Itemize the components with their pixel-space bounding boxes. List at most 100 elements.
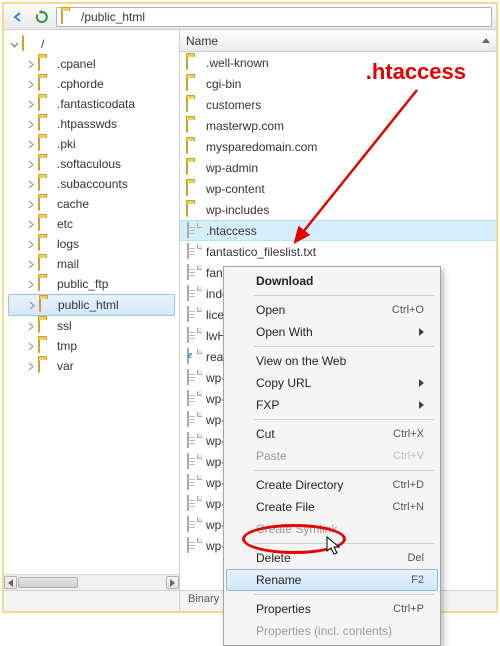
expand-icon[interactable] xyxy=(26,342,35,351)
scroll-thumb[interactable] xyxy=(18,577,78,588)
folder-icon xyxy=(38,76,54,92)
expand-icon[interactable] xyxy=(26,200,35,209)
menu-download[interactable]: Download xyxy=(226,270,438,292)
row-label: .well-known xyxy=(206,56,269,70)
tree-item[interactable]: mail xyxy=(8,254,179,274)
path-text: /public_html xyxy=(81,10,145,24)
file-icon xyxy=(186,433,202,449)
expand-icon[interactable] xyxy=(26,140,35,149)
row-label: masterwp.com xyxy=(206,119,284,133)
menu-open[interactable]: OpenCtrl+O xyxy=(226,299,438,321)
tree-item[interactable]: var xyxy=(8,356,179,376)
tree-item[interactable]: .pki xyxy=(8,134,179,154)
tree-item[interactable]: public_html xyxy=(8,294,175,316)
tree-item[interactable]: tmp xyxy=(8,336,179,356)
folder-icon xyxy=(186,76,202,92)
tree-item[interactable]: logs xyxy=(8,234,179,254)
menu-properties[interactable]: PropertiesCtrl+P xyxy=(226,598,438,620)
folder-icon xyxy=(38,176,54,192)
menu-fxp[interactable]: FXP xyxy=(226,394,438,416)
folder-row[interactable]: customers xyxy=(180,94,496,115)
tree-item-label: tmp xyxy=(57,339,77,353)
tree-item[interactable]: .fantasticodata xyxy=(8,94,179,114)
menu-cut[interactable]: CutCtrl+X xyxy=(226,423,438,445)
back-button[interactable] xyxy=(8,7,28,27)
folder-icon xyxy=(38,196,54,212)
expand-icon[interactable] xyxy=(26,362,35,371)
folder-tree[interactable]: / .cpanel.cphorde .fantasticodata .htpassw… xyxy=(4,30,180,590)
tree-item-label: var xyxy=(57,359,74,373)
folder-icon xyxy=(38,216,54,232)
tree-item[interactable]: cache xyxy=(8,194,179,214)
expand-icon[interactable] xyxy=(26,260,35,269)
folder-icon xyxy=(38,358,54,374)
folder-icon xyxy=(186,160,202,176)
tree-item[interactable]: .subaccounts xyxy=(8,174,179,194)
expand-icon[interactable] xyxy=(26,160,35,169)
tree-item[interactable]: .cphorde xyxy=(8,74,179,94)
tree-root-label: / xyxy=(41,37,44,51)
row-label: .htaccess xyxy=(206,224,257,238)
expand-icon[interactable] xyxy=(26,60,35,69)
menu-open-with[interactable]: Open With xyxy=(226,321,438,343)
status-binary: Binary xyxy=(180,591,228,611)
file-icon xyxy=(186,475,202,491)
tree-item[interactable]: .cpanel xyxy=(8,54,179,74)
folder-icon xyxy=(61,9,77,25)
file-row[interactable]: fantastico_fileslist.txt xyxy=(180,241,496,262)
expand-icon[interactable] xyxy=(26,240,35,249)
tree-root[interactable]: / xyxy=(8,34,179,54)
expand-icon[interactable] xyxy=(26,280,35,289)
menu-create-dir[interactable]: Create DirectoryCtrl+D xyxy=(226,474,438,496)
menu-delete[interactable]: DeleteDel xyxy=(226,547,438,569)
menu-rename[interactable]: RenameF2 xyxy=(226,569,438,591)
annotation-label: .htaccess xyxy=(366,59,466,85)
folder-icon xyxy=(186,139,202,155)
tree-item[interactable]: ssl xyxy=(8,316,179,336)
folder-row[interactable]: wp-admin xyxy=(180,157,496,178)
row-label: wp-includes xyxy=(206,203,269,217)
folder-row[interactable]: wp-content xyxy=(180,178,496,199)
tree-item-label: .fantasticodata xyxy=(57,97,135,111)
expand-icon[interactable] xyxy=(26,322,35,331)
column-name-label: Name xyxy=(186,34,218,48)
folder-row[interactable]: wp-includes xyxy=(180,199,496,220)
folder-icon xyxy=(38,116,54,132)
tree-item[interactable]: .softaculous xyxy=(8,154,179,174)
column-header[interactable]: Name xyxy=(180,30,496,52)
tree-item-label: public_ftp xyxy=(57,277,108,291)
tree-item-label: logs xyxy=(57,237,79,251)
scroll-left-button[interactable] xyxy=(4,576,17,589)
folder-icon xyxy=(38,318,54,334)
expand-icon[interactable] xyxy=(27,301,36,310)
expand-icon[interactable] xyxy=(26,220,35,229)
file-row[interactable]: .htaccess xyxy=(180,220,496,241)
refresh-button[interactable] xyxy=(32,7,52,27)
expand-icon[interactable] xyxy=(26,120,35,129)
expand-icon[interactable] xyxy=(26,180,35,189)
menu-properties-incl: Properties (incl. contents) xyxy=(226,620,438,642)
expand-icon[interactable] xyxy=(26,100,35,109)
collapse-icon[interactable] xyxy=(10,40,19,49)
folder-row[interactable]: masterwp.com xyxy=(180,115,496,136)
path-input[interactable]: /public_html xyxy=(56,7,492,27)
menu-paste: PasteCtrl+V xyxy=(226,445,438,467)
scroll-right-button[interactable] xyxy=(166,576,179,589)
tree-item[interactable]: .htpasswds xyxy=(8,114,179,134)
tree-item-label: .htpasswds xyxy=(57,117,117,131)
tree-item[interactable]: etc xyxy=(8,214,179,234)
menu-create-file[interactable]: Create FileCtrl+N xyxy=(226,496,438,518)
folder-icon xyxy=(186,118,202,134)
file-icon xyxy=(186,244,202,260)
toolbar: /public_html xyxy=(4,4,496,30)
folder-row[interactable]: mysparedomain.com xyxy=(180,136,496,157)
file-icon xyxy=(186,538,202,554)
menu-view-web[interactable]: View on the Web xyxy=(226,350,438,372)
folder-icon xyxy=(38,156,54,172)
tree-item[interactable]: public_ftp xyxy=(8,274,179,294)
menu-copy-url[interactable]: Copy URL xyxy=(226,372,438,394)
expand-icon[interactable] xyxy=(26,80,35,89)
row-label: mysparedomain.com xyxy=(206,140,317,154)
sort-indicator-icon xyxy=(482,38,490,43)
submenu-arrow-icon xyxy=(419,401,424,409)
